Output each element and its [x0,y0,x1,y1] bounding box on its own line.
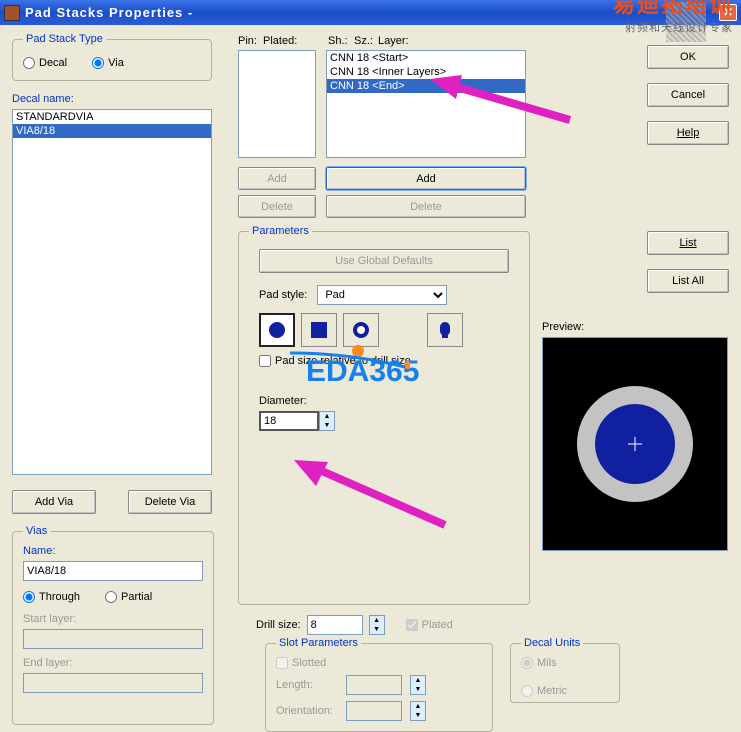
diameter-input[interactable] [259,411,319,431]
shape-square-icon[interactable] [301,313,337,347]
partial-radio[interactable]: Partial [105,591,152,603]
use-global-button[interactable]: Use Global Defaults [259,249,509,273]
slot-orient-label: Orientation: [276,705,338,717]
slot-length-spinner: ▲▼ [410,675,426,695]
parameters-group: Parameters Use Global Defaults Pad style… [238,225,530,605]
layer-item[interactable]: CNN 18 <End> [327,79,525,93]
pin-delete-button[interactable]: Delete [238,195,316,218]
layer-delete-button[interactable]: Delete [326,195,526,218]
pin-col: Pin: [238,35,257,47]
list-all-button[interactable]: List All [647,269,729,293]
drill-size-input[interactable] [307,615,363,635]
decal-item[interactable]: VIA8/18 [13,124,211,138]
pin-add-button[interactable]: Add [238,167,316,190]
pin-list[interactable] [238,50,316,158]
list-button[interactable]: List [647,231,729,255]
decal-units-legend: Decal Units [521,637,583,649]
diameter-label: Diameter: [259,395,509,407]
decal-units-group: Decal Units Mils Metric [510,637,620,703]
preview-graphic [560,369,710,519]
metric-radio[interactable]: Metric [521,685,609,697]
cancel-button[interactable]: Cancel [647,83,729,107]
pad-stack-type-group: Pad Stack Type Decal Via [12,33,212,81]
vias-group: Vias Name: Through Partial Start layer: … [12,525,214,725]
brand-sm: 射频和天线设计专家 [613,19,733,35]
slot-length-input [346,675,402,695]
drill-size-label: Drill size: [256,619,301,631]
brand-overlay: 易迪拓培训 射频和天线设计专家 [613,0,733,35]
decal-item[interactable]: STANDARDVIA [13,110,211,124]
sz-col: Sz.: [354,35,373,47]
decal-radio[interactable]: Decal [23,57,67,69]
decal-name-label: Decal name: [12,93,74,105]
pad-style-label: Pad style: [259,289,307,301]
help-button[interactable]: Help [647,121,729,145]
slot-orient-input [346,701,402,721]
through-radio[interactable]: Through [23,591,80,603]
vias-legend: Vias [23,525,50,537]
sh-col: Sh.: [328,35,348,47]
layer-item[interactable]: CNN 18 <Inner Layers> [327,65,525,79]
start-layer-label: Start layer: [23,613,203,625]
slotted-checkbox[interactable]: Slotted [276,657,482,669]
pad-stack-type-legend: Pad Stack Type [23,33,106,45]
shape-oval-icon[interactable] [427,313,463,347]
end-layer-input [23,673,203,693]
pad-style-select[interactable]: Pad [317,285,447,305]
via-name-input[interactable] [23,561,203,581]
layer-list[interactable]: CNN 18 <Start>CNN 18 <Inner Layers>CNN 1… [326,50,526,158]
layer-add-button[interactable]: Add [326,167,526,190]
plated-col: Plated: [263,35,297,47]
add-via-button[interactable]: Add Via [12,490,96,514]
via-name-label: Name: [23,545,203,557]
layer-col: Layer: [378,35,409,47]
slot-group: Slot Parameters Slotted Length: ▲▼ Orien… [265,637,493,732]
plated-checkbox[interactable]: Plated [406,619,453,631]
via-radio[interactable]: Via [92,57,124,69]
slot-legend: Slot Parameters [276,637,361,649]
preview-label: Preview: [542,321,584,333]
delete-via-button[interactable]: Delete Via [128,490,212,514]
slot-length-label: Length: [276,679,338,691]
diameter-spinner[interactable]: ▲▼ [319,411,335,431]
brand-big: 易迪拓培训 [613,0,733,19]
preview-panel [542,337,728,551]
layer-item[interactable]: CNN 18 <Start> [327,51,525,65]
drill-spinner[interactable]: ▲▼ [369,615,385,635]
shape-annular-icon[interactable] [343,313,379,347]
ok-button[interactable]: OK [647,45,729,69]
mils-radio[interactable]: Mils [521,657,609,669]
shape-circle-icon[interactable] [259,313,295,347]
start-layer-input [23,629,203,649]
end-layer-label: End layer: [23,657,203,669]
app-icon [4,5,20,21]
watermark-text: EDA365 [306,355,419,389]
decal-name-list[interactable]: STANDARDVIAVIA8/18 [12,109,212,475]
parameters-legend: Parameters [249,225,312,237]
slot-orient-spinner: ▲▼ [410,701,426,721]
